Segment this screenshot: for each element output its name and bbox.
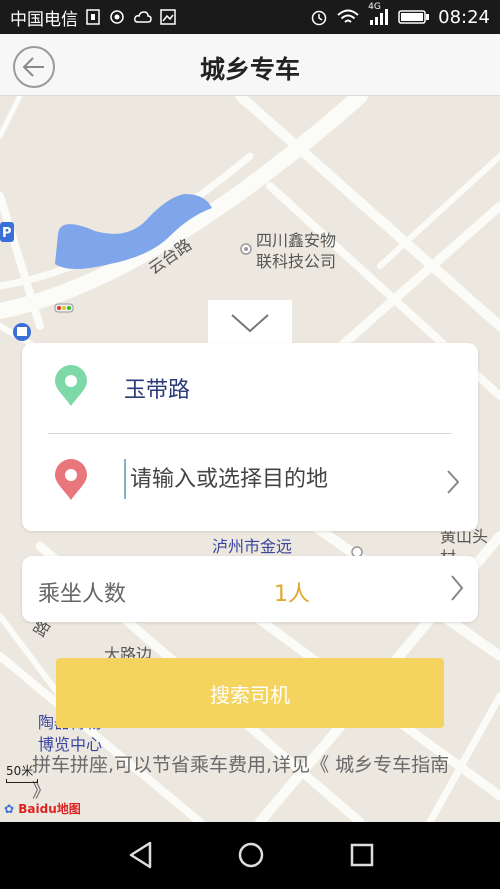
start-location-text: 玉带路 [124, 378, 191, 403]
map-label-luzhou: 泸州市金远 [212, 537, 293, 556]
map-scale-bar [6, 779, 38, 783]
sim-icon [86, 9, 100, 25]
status-bar: 中国电信 4G 08:24 [0, 0, 500, 34]
start-location-row[interactable]: 玉带路 [22, 343, 478, 435]
nav-back-icon [129, 841, 152, 869]
battery-icon [398, 9, 430, 25]
baidu-paw-icon: ✿ [4, 802, 15, 816]
network-type-label: 4G [368, 2, 381, 12]
chevron-right-icon [447, 470, 460, 494]
page-title: 城乡专车 [199, 55, 300, 84]
image-icon [160, 9, 176, 25]
alarm-icon [310, 8, 328, 26]
destination-pin-icon [55, 459, 87, 500]
signal-icon: 4G [368, 2, 390, 26]
destination-input[interactable] [124, 459, 424, 499]
passenger-count-row[interactable]: 乘坐人数 1人 [22, 556, 478, 622]
carrier-label: 中国电信 [10, 9, 78, 30]
map-scale-label: 50米 [6, 764, 34, 778]
expand-toggle[interactable] [208, 300, 292, 346]
nav-home-icon [238, 842, 264, 868]
traffic-light-marker [54, 303, 74, 313]
app-header: 城乡专车 [0, 34, 500, 96]
destination-row[interactable] [22, 437, 478, 529]
clock: 08:24 [438, 6, 490, 28]
nav-home-button[interactable] [236, 840, 266, 870]
hotspot-icon [108, 9, 126, 25]
search-driver-button[interactable]: 搜索司机 [56, 658, 444, 728]
divider [48, 433, 452, 434]
chevron-down-icon [231, 314, 269, 333]
passenger-count-value: 1人 [274, 582, 310, 607]
nav-recents-button[interactable] [347, 840, 377, 870]
map-label-poi-line2: 联科技公司 [256, 252, 337, 271]
route-card: 玉带路 [22, 343, 478, 531]
chevron-right-icon [451, 575, 464, 601]
carpool-guide-note[interactable]: 拼车拼座,可以节省乘车费用,详见《 城乡专车指南 》 [32, 752, 462, 804]
system-nav-bar [0, 822, 500, 889]
passenger-count-label: 乘坐人数 [38, 582, 127, 607]
baidu-logo-text: Baidu地图 [18, 802, 81, 816]
map-label-poi-line1: 四川鑫安物 [256, 231, 337, 250]
start-pin-icon [55, 365, 87, 406]
nav-back-button[interactable] [126, 840, 156, 870]
wifi-icon [336, 8, 360, 26]
baidu-map-logo: ✿ Baidu地图 [4, 800, 81, 817]
nav-recents-icon [350, 843, 374, 867]
cloud-icon [134, 10, 152, 24]
svg-text:P: P [2, 226, 12, 241]
